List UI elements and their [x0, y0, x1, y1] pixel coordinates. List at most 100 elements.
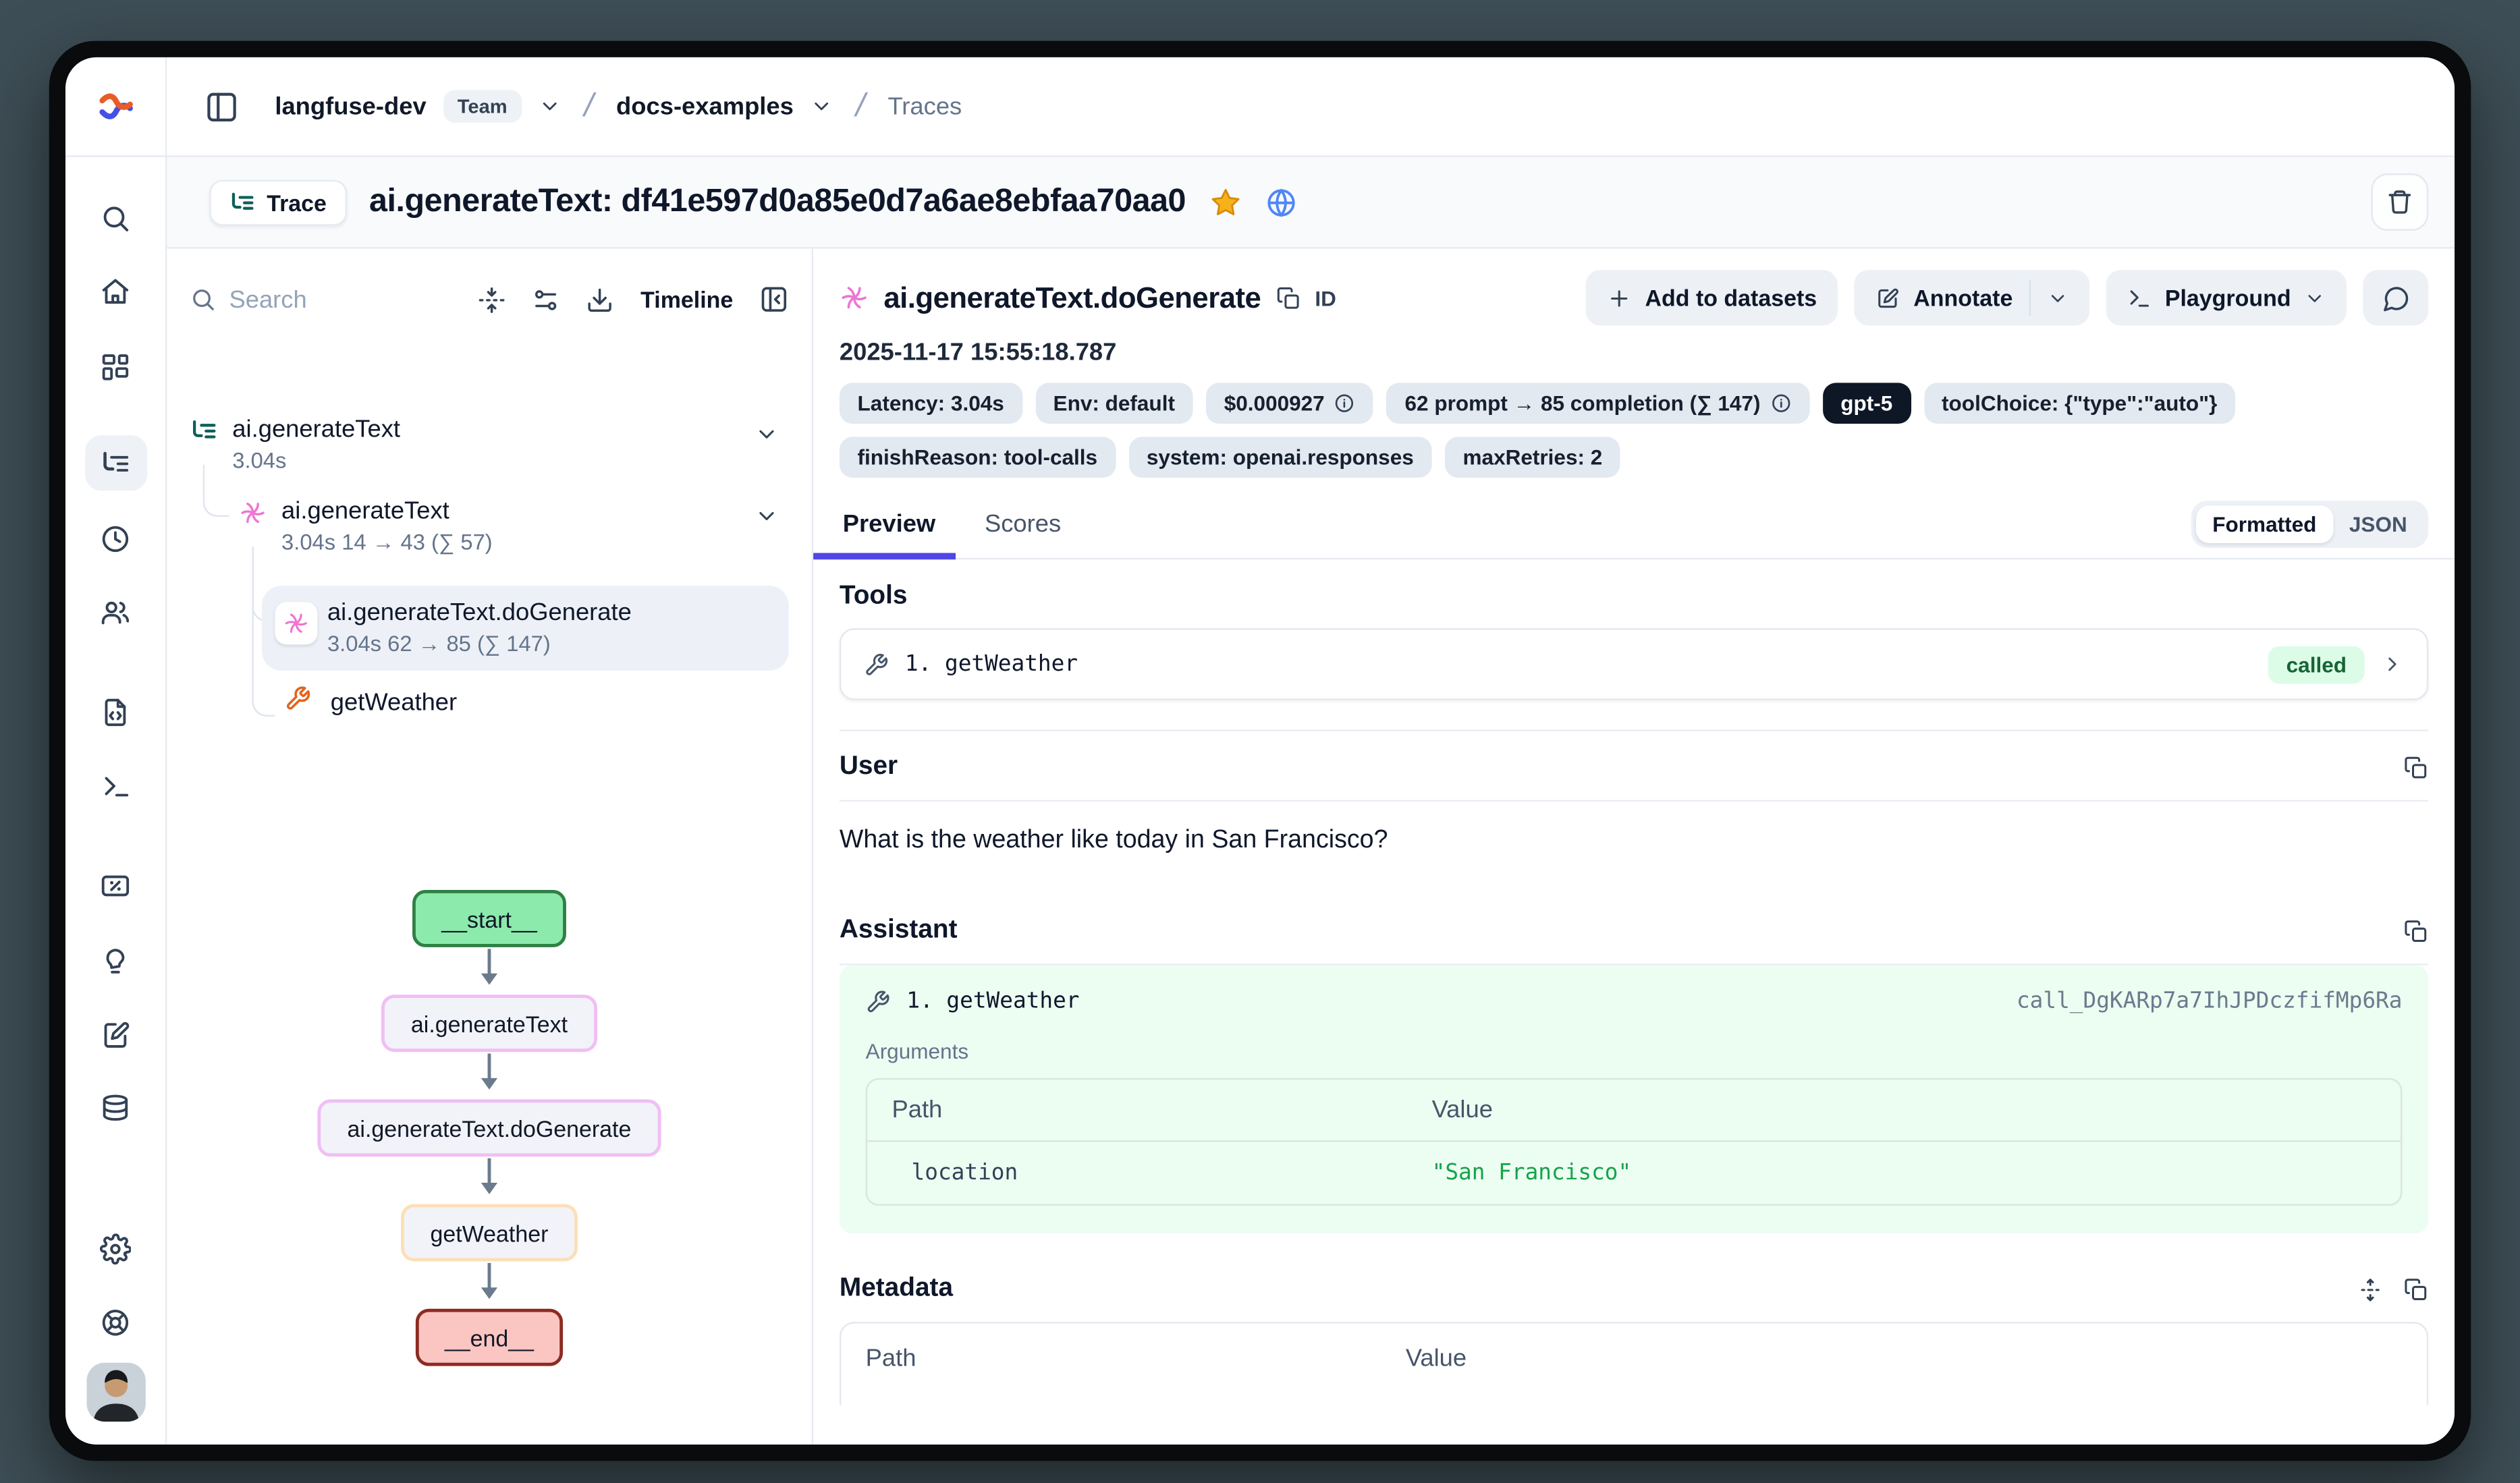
trace-type-pill: Trace — [209, 179, 346, 225]
tree-search[interactable] — [190, 285, 452, 313]
tree-node-generation[interactable]: ai.generateText 3.04s 14 → 43 (∑ 57) — [190, 497, 788, 579]
trace-title: ai.generateText: df41e597d0a85e0d7a6ae8e… — [369, 184, 1186, 221]
chevron-down-icon — [2304, 287, 2326, 309]
observation-header: ai.generateText.doGenerate ID Add to dat… — [813, 249, 2455, 478]
wrench-icon — [285, 685, 311, 712]
trace-tree-icon — [190, 417, 217, 445]
public-globe-icon[interactable] — [1264, 186, 1296, 218]
tree-node-meta: 3.04s 14 → 43 (∑ 57) — [281, 530, 789, 555]
generation-pinwheel-icon — [283, 610, 309, 636]
tree-node-meta: 3.04s — [232, 448, 788, 472]
tree-node-trace[interactable]: ai.generateText 3.04s — [190, 416, 788, 497]
chevron-down-icon[interactable] — [755, 504, 779, 528]
tool-definition-row[interactable]: 1. getWeather called — [840, 628, 2428, 700]
breadcrumb-project[interactable]: docs-examples — [616, 92, 794, 120]
arg-value: "San Francisco" — [1432, 1160, 1632, 1186]
sidebar-item-users[interactable] — [84, 584, 146, 640]
metadata-value-header: Value — [1406, 1345, 1467, 1372]
arguments-label: Arguments — [866, 1039, 2403, 1063]
generation-pinwheel-icon — [840, 283, 869, 312]
display-settings-icon[interactable] — [532, 285, 560, 313]
observation-timestamp: 2025-11-17 15:55:18.787 — [840, 339, 2428, 366]
tab-scores[interactable]: Scores — [981, 511, 1064, 558]
graph-node-getweather[interactable]: getWeather — [401, 1204, 578, 1262]
sidebar-item-tracing[interactable] — [84, 435, 146, 491]
copy-icon[interactable] — [2404, 755, 2428, 779]
sidebar-item-annotation[interactable] — [84, 1006, 146, 1061]
main-split: Timeline ai.generateText 3.04s — [167, 249, 2455, 1445]
tokens-label: 62 prompt → 85 completion (∑ 147) — [1405, 391, 1761, 416]
clipboard-pen-icon — [100, 1018, 131, 1049]
tab-preview[interactable]: Preview — [840, 511, 939, 558]
comments-button[interactable] — [2363, 270, 2428, 325]
model-badge[interactable]: gpt-5 — [1823, 383, 1911, 424]
timeline-toggle[interactable]: Timeline — [640, 286, 733, 312]
sidebar-item-search[interactable] — [84, 190, 146, 245]
graph-edge — [488, 1263, 491, 1295]
args-value-header: Value — [1432, 1096, 1493, 1124]
sidebar-item-judge[interactable] — [84, 932, 146, 988]
sidebar-item-support[interactable] — [84, 1294, 146, 1349]
sidebar-item-home[interactable] — [84, 263, 146, 318]
org-chevron-down-icon[interactable] — [539, 95, 561, 118]
sidebar-item-datasets[interactable] — [84, 1080, 146, 1135]
add-to-datasets-button[interactable]: Add to datasets — [1586, 270, 1838, 325]
sidebar-toggle-icon[interactable] — [196, 82, 246, 131]
arguments-table: Path Value location "San Francisco" — [866, 1078, 2403, 1206]
collapse-panel-icon[interactable] — [759, 285, 789, 314]
toggle-formatted[interactable]: Formatted — [2196, 505, 2333, 543]
lightbulb-icon — [100, 945, 131, 976]
download-icon[interactable] — [586, 285, 614, 313]
assistant-tool-call: 1. getWeather call_DgKARp7a7IhJPDczfifMp… — [840, 966, 2428, 1234]
id-toggle[interactable]: ID — [1315, 285, 1336, 310]
graph-node-dogenerate[interactable]: ai.generateText.doGenerate — [318, 1099, 661, 1156]
metadata-path-header: Path — [866, 1345, 1406, 1372]
sidebar-item-dashboards[interactable] — [84, 339, 146, 394]
trace-tree: ai.generateText 3.04s ai.generateText 3.… — [190, 416, 788, 727]
agent-graph: __start__ ai.generateText ai.generateTex… — [167, 890, 811, 1366]
info-icon — [1334, 393, 1356, 414]
sidebar-item-prompts[interactable] — [84, 684, 146, 739]
project-chevron-down-icon[interactable] — [810, 95, 833, 118]
delete-trace-button[interactable] — [2371, 173, 2428, 231]
sidebar-item-sessions[interactable] — [84, 511, 146, 566]
chevron-right-icon[interactable] — [2381, 652, 2404, 675]
breadcrumb-section[interactable]: Traces — [887, 92, 962, 120]
content-column: Trace ai.generateText: df41e597d0a85e0d7… — [167, 157, 2455, 1445]
bookmark-star-icon[interactable] — [1209, 186, 1241, 218]
graph-node-generatetext[interactable]: ai.generateText — [381, 995, 597, 1052]
expand-vertical-icon[interactable] — [2358, 1277, 2382, 1301]
toggle-json[interactable]: JSON — [2333, 505, 2423, 543]
observation-panel: ai.generateText.doGenerate ID Add to dat… — [813, 249, 2455, 1445]
chevron-down-icon[interactable] — [2047, 287, 2069, 309]
sidebar-item-evaluators[interactable] — [84, 858, 146, 913]
node-icon-chip — [275, 602, 317, 644]
collapse-all-icon[interactable] — [478, 285, 506, 313]
chevron-down-icon[interactable] — [755, 422, 779, 447]
tree-search-input[interactable] — [229, 285, 376, 313]
toolchoice-badge: toolChoice: {"type":"auto"} — [1923, 383, 2235, 424]
sidebar-item-playground[interactable] — [84, 758, 146, 813]
graph-node-start[interactable]: __start__ — [412, 890, 567, 947]
org-plan-badge: Team — [443, 90, 522, 122]
observation-badges: Latency: 3.04s Env: default $0.000927 62… — [840, 383, 2428, 478]
copy-icon[interactable] — [1276, 285, 1300, 310]
playground-button[interactable]: Playground — [2106, 270, 2347, 325]
trace-tree-icon — [229, 189, 255, 215]
copy-icon[interactable] — [2404, 1277, 2428, 1301]
tree-node-tool[interactable]: getWeather — [190, 677, 788, 727]
tool-call-name: 1. getWeather — [906, 988, 1079, 1015]
cost-badge[interactable]: $0.000927 — [1206, 383, 1373, 424]
copy-icon[interactable] — [2404, 918, 2428, 943]
tokens-badge[interactable]: 62 prompt → 85 completion (∑ 147) — [1387, 383, 1809, 424]
langfuse-logo[interactable] — [65, 57, 167, 157]
list-tree-icon — [100, 447, 131, 478]
args-table-row: location "San Francisco" — [867, 1142, 2401, 1204]
graph-node-end[interactable]: __end__ — [415, 1309, 563, 1366]
breadcrumb-org[interactable]: langfuse-dev — [275, 92, 426, 120]
sidebar-item-settings[interactable] — [84, 1221, 146, 1276]
user-avatar[interactable] — [84, 1364, 146, 1420]
breadcrumb-separator: / — [574, 88, 604, 125]
annotate-button[interactable]: Annotate — [1855, 270, 2089, 325]
tree-node-dogenerate-selected[interactable]: ai.generateText.doGenerate 3.04s 62 → 85… — [262, 586, 789, 671]
